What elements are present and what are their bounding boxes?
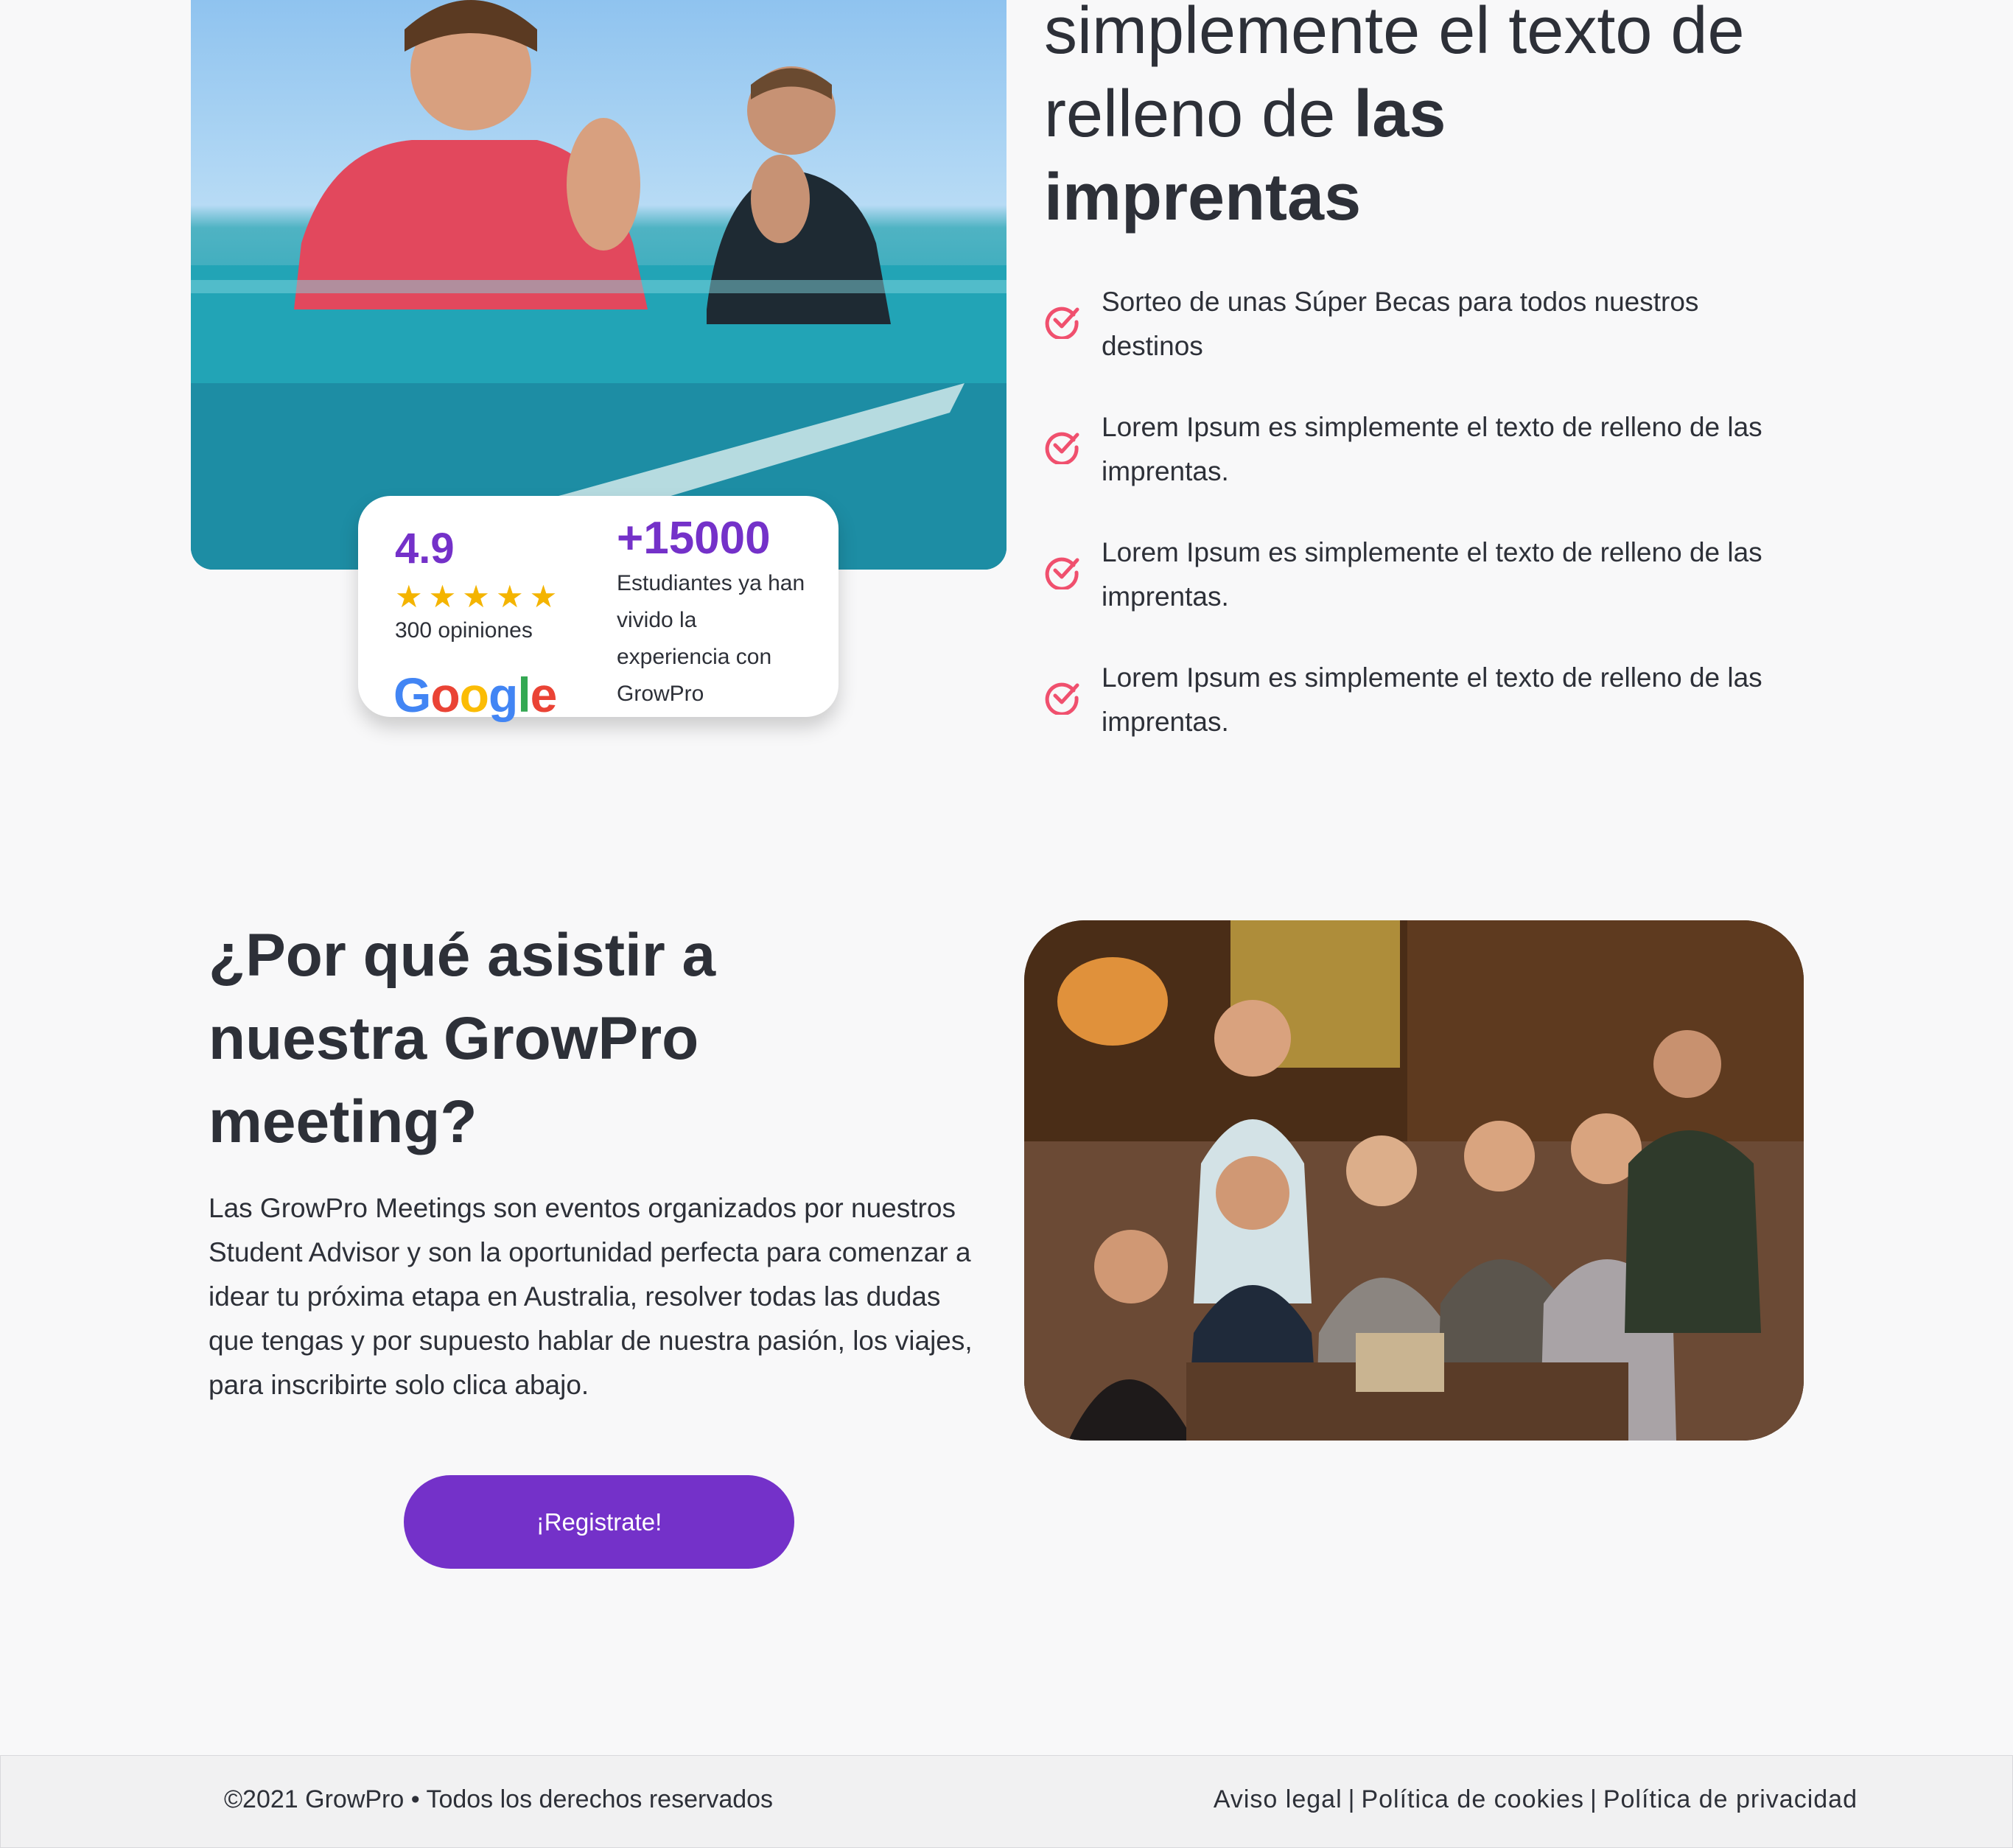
benefit-text: Lorem Ipsum es simplemente el texto de r… <box>1102 537 1762 612</box>
legal-notice-link[interactable]: Aviso legal <box>1214 1785 1342 1813</box>
hero-title: simplemente el texto de relleno de las imp… <box>1044 0 1855 239</box>
register-button[interactable]: ¡Registrate! <box>404 1475 794 1569</box>
rating-stars-icon: ★★★★★ <box>395 579 564 614</box>
students-count: +15000 <box>617 513 771 564</box>
check-circle-icon <box>1045 307 1079 339</box>
surf-photo <box>191 0 1006 570</box>
google-letter: o <box>459 668 489 722</box>
hero-title-line2: relleno de <box>1044 77 1354 151</box>
google-letter: G <box>393 668 431 722</box>
students-text: Estudiantes ya han vivido la experiencia… <box>617 571 805 706</box>
rating-score: 4.9 <box>395 525 455 573</box>
footer-links: Aviso legal | Política de cookies | Política… <box>1214 1785 1858 1814</box>
google-letter: e <box>530 668 558 722</box>
hero-title-line1: simplemente el texto de <box>1044 0 1745 68</box>
google-letter: o <box>430 668 460 722</box>
cookies-policy-link[interactable]: Política de cookies <box>1361 1785 1584 1813</box>
rating-card: 4.9 ★★★★★ 300 opiniones Google +15000 Es… <box>358 496 839 722</box>
footer-separator: | <box>1348 1785 1356 1813</box>
hero-title-line3-bold: imprentas <box>1044 161 1362 234</box>
group-photo <box>1024 920 1804 1441</box>
footer: ©2021 GrowPro • Todos los derechos reser… <box>0 1755 2013 1848</box>
check-circle-icon <box>1045 432 1079 464</box>
google-logo: Google <box>393 667 558 723</box>
benefit-text: Lorem Ipsum es simplemente el texto de r… <box>1102 662 1762 737</box>
check-circle-icon <box>1045 682 1079 715</box>
privacy-policy-link[interactable]: Política de privacidad <box>1603 1785 1858 1813</box>
hero-title-line2-bold: las <box>1354 77 1446 151</box>
footer-separator: | <box>1589 1785 1597 1813</box>
reviews-count: 300 opiniones <box>395 618 533 643</box>
why-title: ¿Por qué asistir a nuestra GrowPro meeti… <box>209 922 716 1155</box>
google-letter: g <box>489 668 518 722</box>
google-letter: l <box>517 668 531 722</box>
copyright-text: ©2021 GrowPro • Todos los derechos reser… <box>224 1785 774 1813</box>
benefit-text: Sorteo de unas Súper Becas para todos nu… <box>1102 287 1699 361</box>
why-description: Las GrowPro Meetings son eventos organiz… <box>209 1193 973 1400</box>
benefit-text: Lorem Ipsum es simplemente el texto de r… <box>1102 412 1762 486</box>
check-circle-icon <box>1045 557 1079 589</box>
